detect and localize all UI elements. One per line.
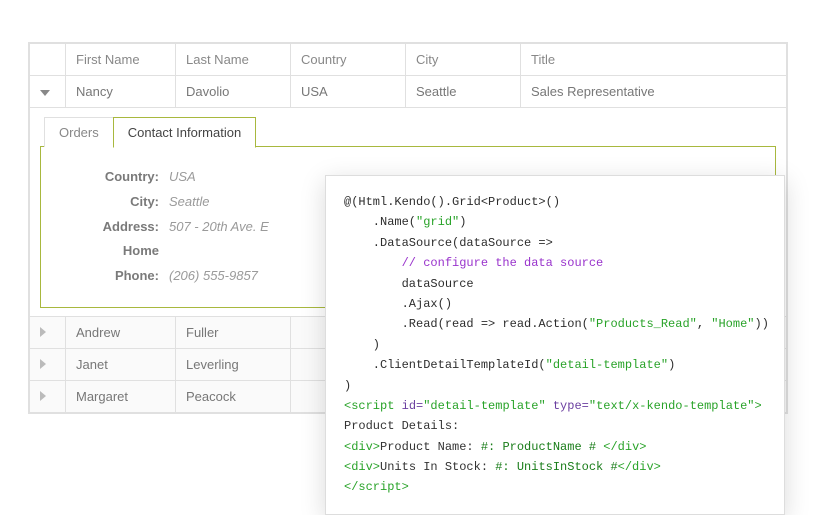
cell-first-name: Andrew	[66, 316, 176, 348]
header-title[interactable]: Title	[521, 44, 787, 76]
label-home: Home	[59, 241, 159, 262]
caret-right-icon	[40, 359, 46, 369]
cell-title: Sales Representative	[521, 76, 787, 108]
label-address: Address:	[59, 217, 159, 238]
value-address: 507 - 20th Ave. E	[169, 217, 269, 238]
expand-toggle[interactable]	[30, 348, 66, 380]
expand-toggle[interactable]	[30, 380, 66, 412]
value-city: Seattle	[169, 192, 209, 213]
caret-down-icon	[40, 90, 50, 96]
caret-right-icon	[40, 327, 46, 337]
tab-contact-information[interactable]: Contact Information	[113, 117, 256, 148]
header-expand	[30, 44, 66, 76]
header-last-name[interactable]: Last Name	[176, 44, 291, 76]
cell-last-name: Leverling	[176, 348, 291, 380]
cell-first-name: Janet	[66, 348, 176, 380]
cell-last-name: Fuller	[176, 316, 291, 348]
label-country: Country:	[59, 167, 159, 188]
grid-header-row: First Name Last Name Country City Title	[30, 44, 787, 76]
table-row: Nancy Davolio USA Seattle Sales Represen…	[30, 76, 787, 108]
cell-city: Seattle	[406, 76, 521, 108]
header-city[interactable]: City	[406, 44, 521, 76]
cell-country: USA	[291, 76, 406, 108]
label-phone: Phone:	[59, 266, 159, 287]
cell-last-name: Peacock	[176, 380, 291, 412]
value-country: USA	[169, 167, 196, 188]
expand-toggle[interactable]	[30, 316, 66, 348]
code-tooltip: @(Html.Kendo().Grid<Product>() .Name("gr…	[325, 175, 785, 515]
caret-right-icon	[40, 391, 46, 401]
tab-orders[interactable]: Orders	[44, 117, 114, 147]
header-country[interactable]: Country	[291, 44, 406, 76]
value-phone: (206) 555-9857	[169, 266, 258, 287]
cell-last-name: Davolio	[176, 76, 291, 108]
collapse-toggle[interactable]	[30, 76, 66, 108]
label-city: City:	[59, 192, 159, 213]
cell-first-name: Margaret	[66, 380, 176, 412]
header-first-name[interactable]: First Name	[66, 44, 176, 76]
code-line: @(Html.Kendo().Grid<Product>()	[344, 195, 560, 209]
cell-first-name: Nancy	[66, 76, 176, 108]
